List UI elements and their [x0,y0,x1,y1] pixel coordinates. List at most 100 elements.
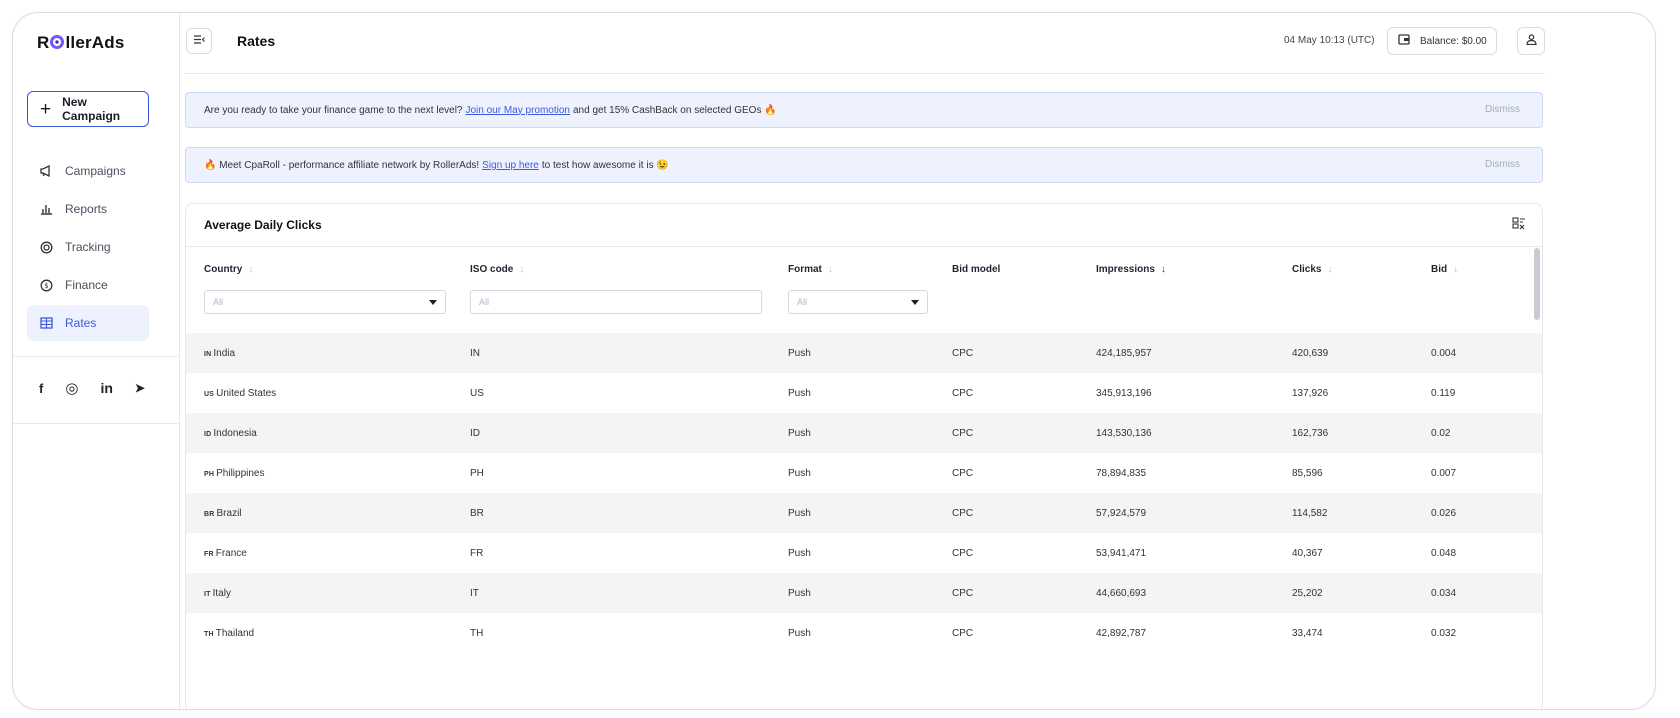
bid-model-cell: CPC [952,548,974,559]
bid-model-cell: CPC [952,588,974,599]
country-name: Italy [212,588,231,599]
column-header-impressions[interactable]: Impressions ↓ [1096,264,1166,275]
impressions-cell: 78,894,835 [1096,468,1147,479]
page-title: Rates [237,33,276,49]
bid-cell: 0.004 [1431,348,1457,359]
country-name: France [215,548,247,559]
sidebar-item-finance[interactable]: $ Finance [27,267,149,303]
flag-code: ID [204,431,212,438]
iso-cell: ID [470,428,480,439]
flag-code: IN [204,351,212,358]
table-row[interactable]: IN India IN Push CPC 424,185,957 420,639 … [186,333,1542,373]
telegram-icon[interactable]: ➤ [135,381,145,395]
user-menu-button[interactable] [1517,27,1545,55]
bid-model-cell: CPC [952,468,974,479]
bid-cell: 0.119 [1431,388,1456,399]
table-scrollbar[interactable] [1534,248,1540,320]
sidebar-item-label: Rates [65,316,97,330]
impressions-cell: 44,660,693 [1096,588,1147,599]
balance-label: Balance: $0.00 [1420,35,1487,47]
column-header-clicks[interactable]: Clicks ↓ [1292,264,1332,275]
sidebar-divider [13,423,179,424]
bid-cell: 0.032 [1431,628,1457,639]
instagram-icon[interactable]: ◎ [65,379,78,397]
tracking-icon [39,240,53,254]
sidebar-item-label: Finance [65,278,108,292]
chevron-down-icon [911,300,919,305]
bid-cell: 0.048 [1431,548,1457,559]
column-header-iso[interactable]: ISO code ↓ [470,264,524,275]
facebook-icon[interactable]: f [39,381,43,396]
linkedin-icon[interactable]: in [100,380,112,396]
dismiss-button[interactable]: Dismiss [1485,104,1520,115]
new-campaign-button[interactable]: + New Campaign [27,91,149,127]
table-row[interactable]: ID Indonesia ID Push CPC 143,530,136 162,… [186,413,1542,453]
table-row[interactable]: PH Philippines PH Push CPC 78,894,835 85,… [186,453,1542,493]
finance-icon: $ [39,278,53,292]
sidebar-item-reports[interactable]: Reports [27,191,149,227]
table-row[interactable]: IT Italy IT Push CPC 44,660,693 25,202 0.… [186,573,1542,613]
clicks-cell: 33,474 [1292,628,1323,639]
filter-placeholder: All [479,297,490,307]
sidebar-item-label: Campaigns [65,164,126,178]
collapse-menu-icon [193,35,205,47]
sidebar-item-tracking[interactable]: Tracking [27,229,149,265]
rates-icon [39,316,53,330]
table-row[interactable]: BR Brazil BR Push CPC 57,924,579 114,582 … [186,493,1542,533]
sort-arrow-icon: ↓ [248,264,254,275]
clicks-cell: 114,582 [1292,508,1328,519]
sidebar-nav: Campaigns Reports Tracking $ Finance Rat… [27,153,149,343]
iso-cell: FR [470,548,484,559]
bid-cell: 0.007 [1431,468,1457,479]
iso-filter-input[interactable]: All [470,290,762,314]
country-filter-select[interactable]: All [204,290,446,314]
sort-arrow-icon: ↓ [1160,264,1166,275]
banner-text: Are you ready to take your finance game … [204,104,463,116]
flag-code: PH [204,471,215,478]
promo-link[interactable]: Join our May promotion [466,105,571,116]
sort-arrow-icon: ↓ [1327,264,1333,275]
table-row[interactable]: US United States US Push CPC 345,913,196 … [186,373,1542,413]
cparoll-banner: 🔥 Meet CpaRoll - performance affiliate n… [185,147,1543,183]
banner-text: to test how awesome it is 😉 [541,159,669,171]
logo-o-icon [50,35,65,49]
column-header-bid[interactable]: Bid ↓ [1431,264,1458,275]
svg-text:$: $ [44,282,48,290]
table-row[interactable]: TH Thailand TH Push CPC 42,892,787 33,474… [186,613,1542,653]
impressions-cell: 424,185,957 [1096,348,1152,359]
rollerads-logo[interactable]: RllerAds [37,33,125,53]
iso-cell: US [470,388,484,399]
rates-table-card: Average Daily Clicks Country ↓ ISO code ↓ … [185,203,1543,709]
format-cell: Push [788,588,811,599]
signup-link[interactable]: Sign up here [482,160,539,171]
format-cell: Push [788,468,811,479]
column-header-format[interactable]: Format ↓ [788,264,833,275]
clicks-cell: 25,202 [1292,588,1323,599]
bid-model-cell: CPC [952,348,974,359]
columns-settings-icon[interactable] [1512,217,1526,233]
app-window: RllerAds + New Campaign Campaigns Report… [12,12,1656,710]
column-header-label: Bid model [952,264,1001,275]
impressions-cell: 42,892,787 [1096,628,1147,639]
country-name: India [213,348,236,359]
dismiss-button[interactable]: Dismiss [1485,159,1520,170]
format-filter-select[interactable]: All [788,290,928,314]
format-cell: Push [788,388,811,399]
column-header-country[interactable]: Country ↓ [204,264,253,275]
sidebar-item-label: Reports [65,202,108,216]
iso-cell: IT [470,588,479,599]
logo-text-right: llerAds [65,33,125,52]
format-cell: Push [788,628,811,639]
country-cell: IT Italy [204,588,231,599]
filter-value: All [213,297,224,307]
table-row[interactable]: FR France FR Push CPC 53,941,471 40,367 0… [186,533,1542,573]
country-name: United States [216,388,277,399]
collapse-menu-button[interactable] [186,28,212,54]
sort-arrow-icon: ↓ [1453,264,1459,275]
balance-button[interactable]: Balance: $0.00 [1387,27,1497,55]
clicks-cell: 85,596 [1292,468,1323,479]
country-name: Indonesia [213,428,257,439]
sidebar-item-rates[interactable]: Rates [27,305,149,341]
sidebar-item-campaigns[interactable]: Campaigns [27,153,149,189]
sidebar-divider [13,356,179,357]
